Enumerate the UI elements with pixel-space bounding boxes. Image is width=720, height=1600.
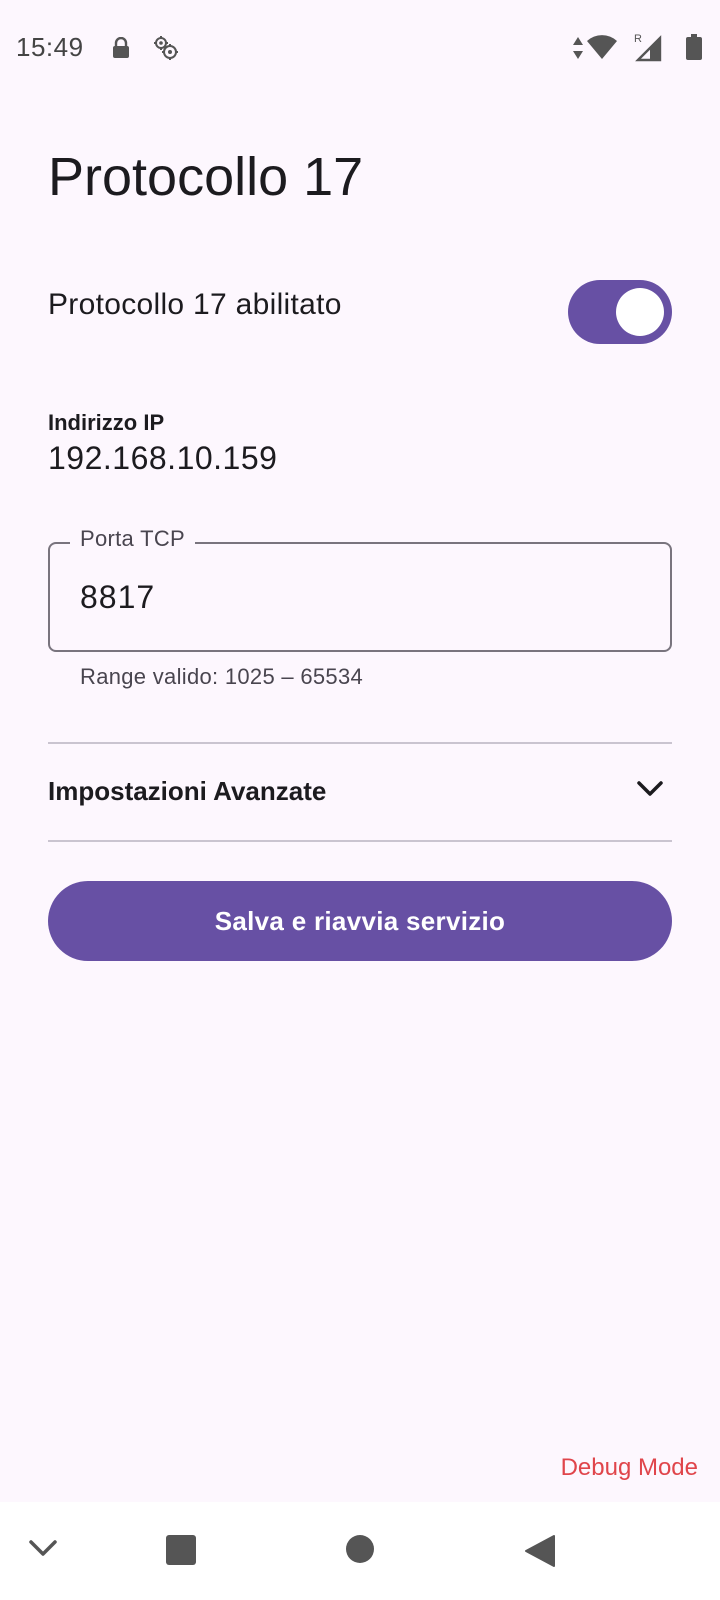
wifi-icon [586,34,618,65]
system-nav-bar [0,1502,720,1600]
home-icon[interactable] [345,1534,375,1569]
status-bar: 15:49 R [0,0,720,96]
advanced-settings-expander[interactable]: Impostazioni Avanzate [48,746,672,838]
chevron-down-icon[interactable] [28,1538,58,1563]
divider [48,840,672,842]
tcp-port-label: Porta TCP [70,526,195,552]
recents-icon[interactable] [165,1534,197,1571]
back-icon[interactable] [524,1534,556,1573]
advanced-settings-label: Impostazioni Avanzate [48,776,327,806]
data-arrows-icon [572,36,584,65]
save-restart-button[interactable]: Salva e riavvia servizio [48,881,672,961]
protocol-enabled-switch[interactable] [568,280,672,344]
tcp-port-field[interactable]: Porta TCP [48,526,672,652]
settings-sync-icon [152,34,180,67]
debug-mode-link[interactable]: Debug Mode [561,1454,698,1482]
signal-roaming-icon: R [634,32,664,67]
battery-icon [686,34,702,65]
tcp-port-helper-text: Range valido: 1025 – 65534 [80,664,364,689]
ip-address-label: Indirizzo IP [48,410,165,435]
tcp-port-input[interactable] [80,574,640,620]
svg-text:R: R [634,33,642,45]
protocol-enabled-label: Protocollo 17 abilitato [48,288,342,321]
page-title: Protocollo 17 [48,147,364,207]
divider [48,742,672,744]
chevron-down-icon[interactable] [636,780,664,803]
status-time: 15:49 [16,32,84,62]
ip-address-value: 192.168.10.159 [48,440,278,476]
switch-thumb [616,288,664,336]
lock-icon [112,36,130,64]
